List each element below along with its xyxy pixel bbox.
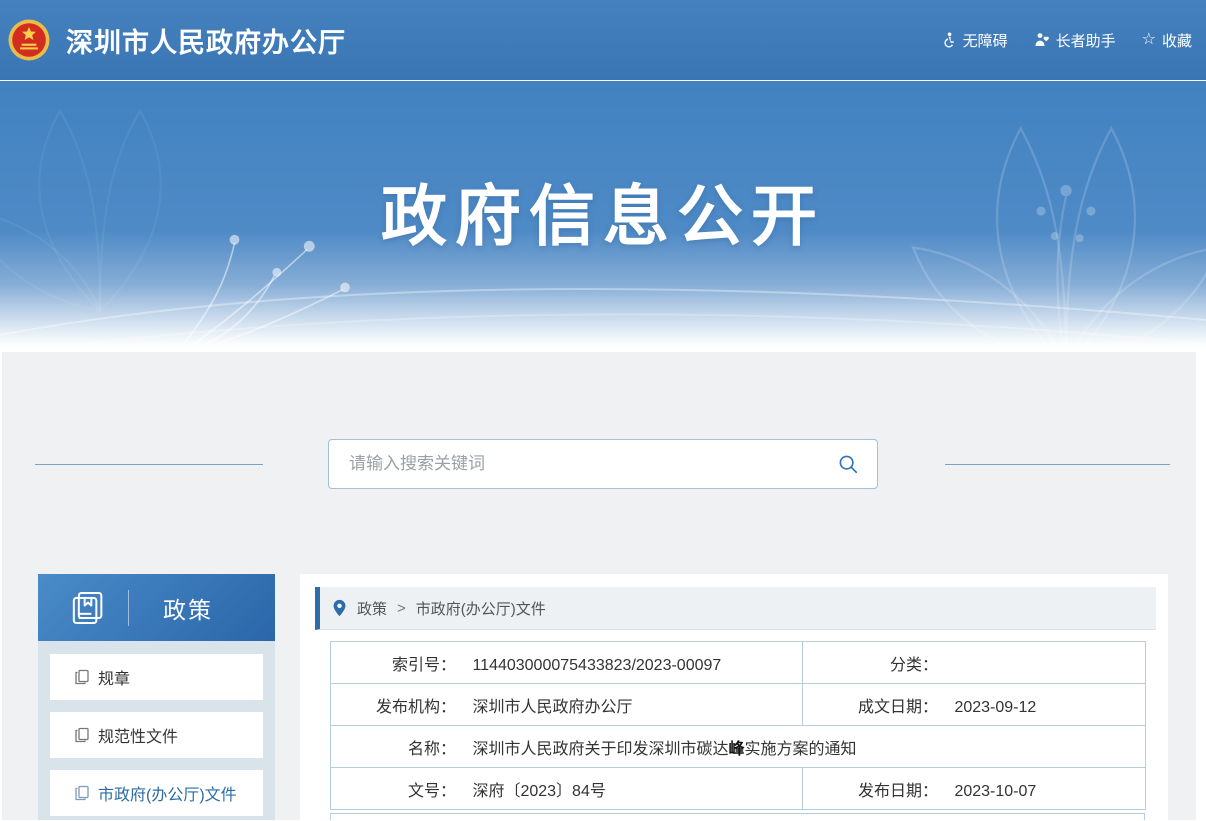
site-title: 深圳市人民政府办公厅 <box>66 21 346 60</box>
document-info-table: 索引号： 114403000075433823/2023-00097 分类： 发… <box>330 641 1146 810</box>
table-row: 发布机构： 深圳市人民政府办公厅 成文日期： 2023-09-12 <box>331 684 1146 726</box>
breadcrumb-root[interactable]: 政策 <box>357 598 387 619</box>
document-icon <box>74 785 90 801</box>
agency-cell: 发布机构： 深圳市人民政府办公厅 <box>331 684 803 726</box>
breadcrumb-current: 市政府(办公厅)文件 <box>416 598 546 619</box>
sidebar: 政策 规章 <box>38 574 275 820</box>
doc-number-label: 文号： <box>331 777 456 801</box>
location-pin-icon <box>332 599 347 617</box>
sidebar-divider <box>128 590 129 626</box>
index-number-value: 114403000075433823/2023-00097 <box>472 657 721 674</box>
page-container: 政策 规章 <box>2 352 1196 820</box>
agency-value: 深圳市人民政府办公厅 <box>472 699 632 716</box>
sidebar-item-normative-documents[interactable]: 规范性文件 <box>50 712 263 758</box>
sidebar-item-label: 规范性文件 <box>98 723 178 747</box>
decorative-line-right <box>945 464 1170 465</box>
search-icon <box>837 453 859 475</box>
elder-helper-label: 长者助手 <box>1056 30 1116 51</box>
banner: 政府信息公开 <box>0 80 1206 352</box>
main-card: 政策 > 市政府(办公厅)文件 索引号： 114403000075433823/… <box>300 574 1168 820</box>
publish-date-value: 2023-10-07 <box>954 783 1036 800</box>
document-name-value: 深圳市人民政府关于印发深圳市碳达峰实施方案的通知 <box>472 741 856 758</box>
header-links: 无障碍 长者助手 ☆ 收藏 <box>941 30 1192 51</box>
search-box <box>328 439 878 489</box>
table-row: 文号： 深府〔2023〕84号 发布日期： 2023-10-07 <box>331 768 1146 810</box>
favorite-link[interactable]: ☆ 收藏 <box>1142 30 1192 51</box>
content-row: 政策 规章 <box>38 574 1196 820</box>
accessibility-label: 无障碍 <box>963 30 1008 51</box>
document-icon <box>74 727 90 743</box>
favorite-label: 收藏 <box>1162 30 1192 51</box>
breadcrumb: 政策 > 市政府(办公厅)文件 <box>315 587 1156 630</box>
table-continuation <box>330 813 1145 820</box>
index-number-label: 索引号： <box>331 651 456 675</box>
elder-helper-icon <box>1034 32 1050 48</box>
elder-helper-link[interactable]: 长者助手 <box>1034 30 1116 51</box>
agency-label: 发布机构： <box>331 693 456 717</box>
document-name-cell: 名称： 深圳市人民政府关于印发深圳市碳达峰实施方案的通知 <box>331 726 1146 768</box>
doc-number-cell: 文号： 深府〔2023〕84号 <box>331 768 803 810</box>
sidebar-item-label: 规章 <box>98 665 130 689</box>
written-date-label: 成文日期： <box>803 693 938 717</box>
search-section <box>2 352 1196 489</box>
accessibility-icon <box>941 32 957 48</box>
category-label: 分类： <box>803 651 938 675</box>
sidebar-item-municipal-documents[interactable]: 市政府(办公厅)文件 <box>50 770 263 816</box>
doc-number-value: 深府〔2023〕84号 <box>472 783 605 800</box>
publish-date-cell: 发布日期： 2023-10-07 <box>803 768 1146 810</box>
national-emblem-icon <box>8 19 50 61</box>
search-highlight: 峰 <box>728 741 744 758</box>
table-row: 索引号： 114403000075433823/2023-00097 分类： <box>331 642 1146 684</box>
page-title: 政府信息公开 <box>0 81 1206 259</box>
index-number-cell: 索引号： 114403000075433823/2023-00097 <box>331 642 803 684</box>
written-date-value: 2023-09-12 <box>954 699 1036 716</box>
table-row: 名称： 深圳市人民政府关于印发深圳市碳达峰实施方案的通知 <box>331 726 1146 768</box>
accessibility-link[interactable]: 无障碍 <box>941 30 1008 51</box>
sidebar-header: 政策 <box>38 574 275 641</box>
top-header: 深圳市人民政府办公厅 无障碍 长者助手 ☆ 收藏 <box>0 0 1206 80</box>
written-date-cell: 成文日期： 2023-09-12 <box>803 684 1146 726</box>
category-cell: 分类： <box>803 642 1146 684</box>
document-icon <box>74 669 90 685</box>
sidebar-item-regulations[interactable]: 规章 <box>50 654 263 700</box>
book-icon <box>68 588 108 628</box>
star-icon: ☆ <box>1142 32 1156 48</box>
breadcrumb-separator: > <box>397 600 406 617</box>
publish-date-label: 发布日期： <box>803 777 938 801</box>
document-name-label: 名称： <box>331 735 456 759</box>
sidebar-list: 规章 规范性文件 <box>38 641 275 820</box>
search-button[interactable] <box>837 453 859 475</box>
search-input[interactable] <box>349 454 837 474</box>
sidebar-title: 政策 <box>163 591 213 625</box>
sidebar-item-label: 市政府(办公厅)文件 <box>98 781 237 805</box>
decorative-line-left <box>35 464 263 465</box>
